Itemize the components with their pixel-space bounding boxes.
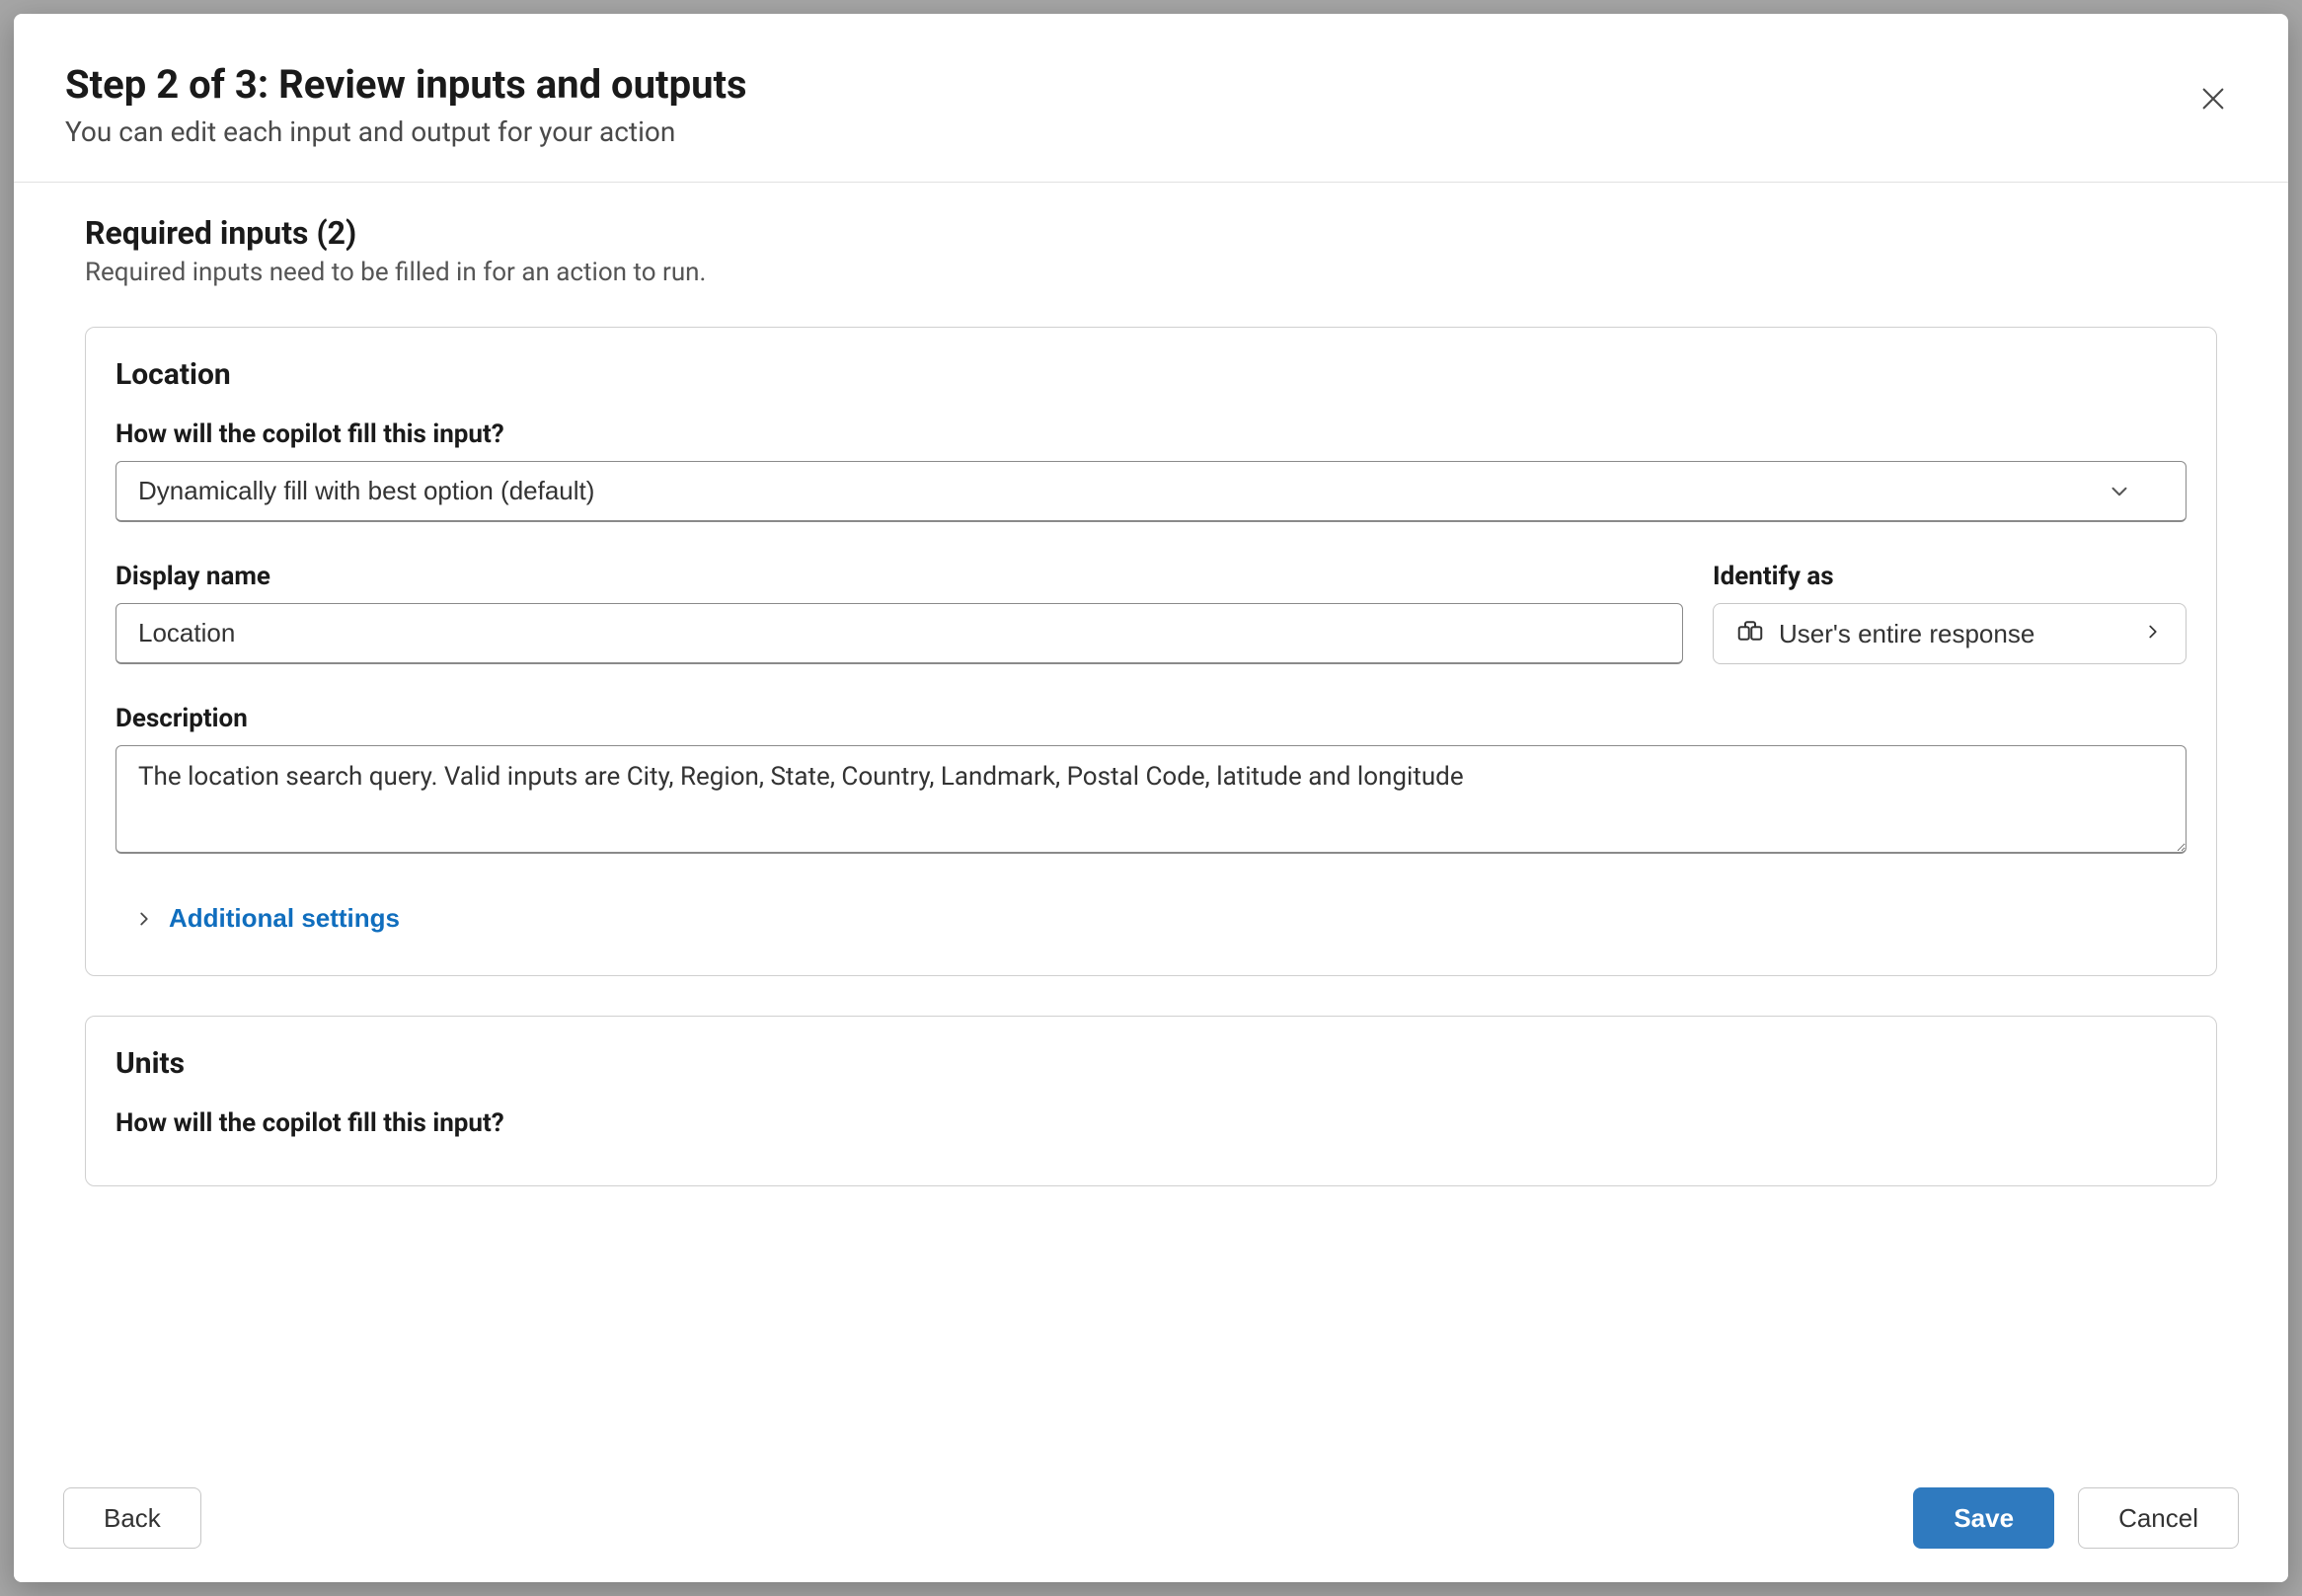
additional-settings-toggle[interactable]: Additional settings (133, 897, 400, 940)
identify-as-button[interactable]: User's entire response (1713, 603, 2187, 664)
fill-method-label: How will the copilot fill this input? (115, 1108, 2187, 1138)
identify-as-field: Identify as User's entire response (1713, 562, 2187, 664)
fill-method-label: How will the copilot fill this input? (115, 419, 2187, 449)
chevron-right-icon (133, 908, 155, 930)
identify-as-label: Identify as (1713, 562, 2187, 591)
description-textarea[interactable] (115, 745, 2187, 854)
chevron-right-icon (2142, 619, 2164, 649)
identify-as-value: User's entire response (1779, 619, 2128, 649)
save-button[interactable]: Save (1913, 1487, 2054, 1549)
modal-header: Step 2 of 3: Review inputs and outputs Y… (14, 14, 2288, 183)
entity-icon (1735, 616, 1765, 652)
required-inputs-heading: Required inputs (2) (85, 214, 2217, 252)
description-label: Description (115, 704, 2187, 733)
close-button[interactable] (2189, 75, 2237, 125)
fill-method-select[interactable]: Dynamically fill with best option (defau… (115, 461, 2187, 522)
display-name-label: Display name (115, 562, 1683, 591)
card-title: Units (115, 1046, 2187, 1081)
close-icon (2197, 83, 2229, 117)
modal-review-inputs: Step 2 of 3: Review inputs and outputs Y… (14, 14, 2288, 1582)
card-title: Location (115, 357, 2187, 392)
header-text-block: Step 2 of 3: Review inputs and outputs Y… (65, 61, 747, 148)
back-button[interactable]: Back (63, 1487, 201, 1549)
fill-method-value: Dynamically fill with best option (defau… (138, 476, 594, 506)
display-name-input[interactable] (115, 603, 1683, 664)
input-card-units: Units How will the copilot fill this inp… (85, 1016, 2217, 1186)
display-name-field: Display name (115, 562, 1683, 664)
modal-footer: Back Save Cancel (14, 1458, 2288, 1582)
description-field: Description (115, 704, 2187, 858)
cancel-button[interactable]: Cancel (2078, 1487, 2239, 1549)
modal-body: Required inputs (2) Required inputs need… (14, 183, 2288, 1458)
input-card-location: Location How will the copilot fill this … (85, 327, 2217, 976)
footer-right-group: Save Cancel (1913, 1487, 2239, 1549)
modal-subtitle: You can edit each input and output for y… (65, 115, 747, 148)
additional-settings-label: Additional settings (169, 903, 400, 934)
chevron-down-icon (2107, 479, 2132, 504)
required-inputs-subheading: Required inputs need to be filled in for… (85, 258, 2217, 287)
modal-title: Step 2 of 3: Review inputs and outputs (65, 61, 747, 108)
fill-method-select-wrap: Dynamically fill with best option (defau… (115, 461, 2187, 522)
